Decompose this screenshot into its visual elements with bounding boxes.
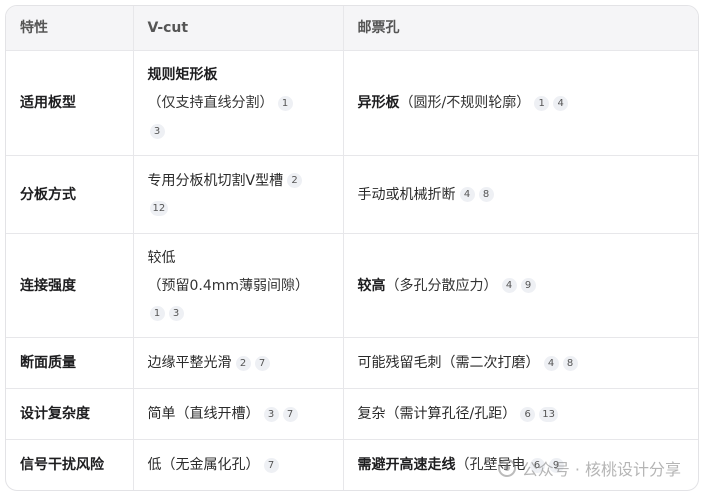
header-vcut: V-cut: [133, 6, 344, 51]
vcut-cell: 专用分板机切割V型槽 2 12: [133, 155, 344, 234]
vcut-cell: 较低 （预留0.4mm薄弱间隙） 13: [133, 233, 344, 338]
citation-badge[interactable]: 2: [287, 173, 303, 188]
cell-text: 复杂（需计算孔径/孔距）: [357, 406, 517, 422]
feature-cell: 分板方式: [6, 155, 134, 234]
citation-badge[interactable]: 3: [168, 306, 184, 321]
cell-main-text: 需避开高速走线: [357, 457, 456, 473]
cell-text: 边缘平整光滑: [147, 355, 232, 371]
cell-text: 手动或机械折断: [357, 186, 456, 203]
comparison-table-container: 特性 V-cut 邮票孔 适用板型 规则矩形板 （仅支持直线分割） 1 3 异形板…: [5, 5, 699, 491]
table-row: 断面质量 边缘平整光滑 2 7 可能残留毛刺（需二次打磨） 4 8: [6, 337, 698, 389]
cell-main-text: 异形板: [357, 95, 400, 111]
table-row: 分板方式 专用分板机切割V型槽 2 12 手动或机械折断 4 8: [6, 155, 698, 234]
cell-note-text: （圆形/不规则轮廓）: [399, 95, 531, 111]
cell-main-text: 较低: [147, 249, 176, 266]
citation-badge[interactable]: 8: [478, 187, 494, 202]
citation-badge[interactable]: 7: [263, 457, 279, 473]
feature-cell: 设计复杂度: [6, 388, 134, 440]
cell-text: 专用分板机切割V型槽: [147, 172, 284, 189]
cell-main-text: 规则矩形板: [147, 67, 218, 83]
cell-text: 低（无金属化孔）: [147, 457, 260, 473]
citation-badge[interactable]: 8: [562, 355, 578, 371]
citation-badge[interactable]: 13: [539, 406, 558, 422]
citation-badge[interactable]: 9: [548, 457, 564, 473]
citation-badge[interactable]: 3: [263, 406, 279, 422]
stamp-cell: 可能残留毛刺（需二次打磨） 4 8: [343, 337, 698, 389]
citation-badge[interactable]: 7: [254, 355, 270, 371]
cell-text: 简单（直线开槽）: [147, 406, 260, 422]
citation-badge[interactable]: 7: [282, 406, 298, 422]
table-header-row: 特性 V-cut 邮票孔: [6, 6, 698, 51]
citation-badge[interactable]: 9: [520, 278, 536, 293]
vcut-cell: 简单（直线开槽） 3 7: [133, 388, 344, 440]
feature-cell: 连接强度: [6, 233, 134, 338]
cell-note-text: （孔壁导电: [455, 457, 526, 473]
citation-badge[interactable]: 4: [553, 95, 569, 111]
vcut-cell: 低（无金属化孔） 7: [133, 439, 344, 490]
feature-cell: 适用板型: [6, 50, 134, 156]
citation-badge[interactable]: 1: [277, 95, 293, 111]
stamp-cell: 复杂（需计算孔径/孔距） 6 13: [343, 388, 698, 440]
cell-note-text: （多孔分散应力）: [385, 277, 498, 294]
vcut-cell: 规则矩形板 （仅支持直线分割） 1 3: [133, 50, 344, 156]
citation-badge[interactable]: 1: [534, 95, 550, 111]
citation-badge[interactable]: 6: [529, 457, 545, 473]
citation-badge[interactable]: 6: [520, 406, 536, 422]
cell-note-text: （仅支持直线分割）: [147, 95, 274, 111]
feature-cell: 信号干扰风险: [6, 439, 134, 490]
citation-badge[interactable]: 12: [149, 201, 169, 216]
table-row: 适用板型 规则矩形板 （仅支持直线分割） 1 3 异形板（圆形/不规则轮廓） 1 4: [6, 50, 698, 156]
comparison-table: 特性 V-cut 邮票孔 适用板型 规则矩形板 （仅支持直线分割） 1 3 异形板…: [6, 6, 698, 490]
cell-text: 可能残留毛刺（需二次打磨）: [357, 355, 540, 371]
feature-cell: 断面质量: [6, 337, 134, 389]
table-row: 设计复杂度 简单（直线开槽） 3 7 复杂（需计算孔径/孔距） 6 13: [6, 388, 698, 440]
vcut-cell: 边缘平整光滑 2 7: [133, 337, 344, 389]
stamp-cell: 需避开高速走线（孔壁导电 6 9: [343, 440, 698, 491]
stamp-cell: 异形板（圆形/不规则轮廓） 1 4: [343, 50, 698, 156]
stamp-cell: 手动或机械折断 4 8: [343, 155, 698, 234]
citation-badge[interactable]: 4: [501, 278, 517, 293]
header-stamp-hole: 邮票孔: [343, 6, 698, 51]
header-feature: 特性: [6, 6, 134, 51]
table-row: 信号干扰风险 低（无金属化孔） 7 需避开高速走线（孔壁导电 6 9: [6, 439, 698, 491]
citation-badge[interactable]: 2: [235, 355, 251, 371]
table-row: 连接强度 较低 （预留0.4mm薄弱间隙） 13 较高（多孔分散应力） 4 9: [6, 233, 698, 338]
cell-main-text: 较高: [357, 277, 386, 294]
citation-badge[interactable]: 3: [149, 123, 165, 139]
citation-badge[interactable]: 4: [543, 355, 559, 371]
cell-note-text: （预留0.4mm薄弱间隙）: [147, 277, 310, 294]
stamp-cell: 较高（多孔分散应力） 4 9: [343, 233, 698, 338]
citation-badge[interactable]: 4: [459, 187, 475, 202]
citation-badge[interactable]: 1: [149, 306, 165, 321]
